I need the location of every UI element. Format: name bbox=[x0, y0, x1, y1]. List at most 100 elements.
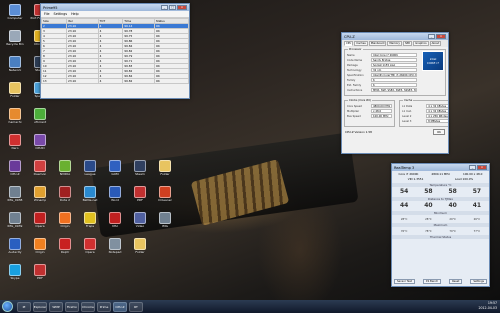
desktop-icon[interactable]: Notepad bbox=[103, 238, 127, 255]
desktop-icon[interactable]: Origin bbox=[28, 238, 52, 255]
app-icon bbox=[84, 238, 96, 250]
core-temp-value: 54 bbox=[399, 188, 409, 195]
xs-bench-button[interactable]: XS Bench bbox=[422, 279, 442, 284]
desktop-icon[interactable]: Winamp bbox=[28, 186, 52, 203]
reset-button[interactable]: Reset bbox=[449, 279, 463, 284]
start-button[interactable] bbox=[2, 301, 13, 312]
cpuz-ok-button[interactable]: OK bbox=[432, 129, 445, 135]
sensor-test-button[interactable]: Sensor Test bbox=[394, 279, 415, 284]
desktop-icon[interactable]: IMG bbox=[153, 212, 177, 229]
desktop-icon[interactable]: CPUID bbox=[28, 134, 52, 151]
desktop-icon[interactable]: MSI bbox=[103, 212, 127, 229]
close-button[interactable]: × bbox=[436, 34, 446, 39]
system-clock[interactable]: 19:57 2012-04-03 bbox=[478, 301, 497, 311]
tab-about[interactable]: About bbox=[429, 41, 442, 46]
close-button[interactable]: × bbox=[177, 5, 187, 10]
desktop-icon-label: IMG bbox=[162, 225, 168, 228]
tab-memory[interactable]: Memory bbox=[387, 41, 402, 46]
desktop-icon[interactable]: GOM bbox=[103, 160, 127, 177]
field-label: Code Name bbox=[347, 58, 363, 62]
temperature-label: Temperature °C bbox=[392, 183, 489, 187]
clocks-group-label: Clocks (Core #0) bbox=[348, 99, 372, 102]
tab-spd[interactable]: SPD bbox=[402, 41, 413, 46]
tab-caches[interactable]: Caches bbox=[354, 41, 368, 46]
taskbar-app-wmp[interactable]: WMP bbox=[49, 301, 63, 312]
desktop-icon[interactable]: Folder bbox=[3, 82, 27, 99]
taskbar-app-prime[interactable]: Prime bbox=[97, 301, 111, 312]
desktop-icon[interactable]: Skype bbox=[3, 264, 27, 281]
table-row[interactable]: 13 23.16 4 99.82 OK bbox=[41, 78, 189, 84]
field-row: Code Name Sandy Bridge bbox=[347, 58, 417, 62]
cpu-frequency: 4800.11 MHz bbox=[431, 172, 450, 176]
desktop-icon[interactable]: Video bbox=[128, 212, 152, 229]
desktop-icon[interactable]: CCleaner bbox=[153, 186, 177, 203]
taskbar-app-chrome[interactable]: Chrome bbox=[81, 301, 95, 312]
menu-settings[interactable]: Settings bbox=[54, 12, 68, 16]
desktop-icon[interactable]: Dota 2 bbox=[53, 186, 77, 203]
desktop-icon[interactable]: NVIDIA bbox=[53, 160, 77, 177]
desktop-icon[interactable]: Network bbox=[3, 56, 27, 73]
desktop-icon[interactable]: IMG_0939 bbox=[3, 212, 27, 229]
tab-graphics[interactable]: Graphics bbox=[413, 41, 429, 46]
desktop-icon[interactable]: Computer bbox=[3, 4, 27, 21]
maximize-button[interactable]: □ bbox=[169, 5, 176, 10]
desktop-icon[interactable]: Word bbox=[103, 186, 127, 203]
field-row: Ext. Family 6 bbox=[347, 83, 417, 87]
desktop-icon-label: Folder bbox=[160, 173, 170, 176]
desktop-icon[interactable]: PDF bbox=[28, 264, 52, 281]
desktop-icon[interactable]: Folder bbox=[128, 238, 152, 255]
close-button[interactable]: × bbox=[477, 165, 487, 170]
desktop-icon[interactable]: Fraps bbox=[78, 212, 102, 229]
desktop-icon[interactable]: IMG_0938 bbox=[3, 186, 27, 203]
realtemp-titlebar[interactable]: RealTemp 3 _ × bbox=[392, 164, 489, 171]
desktop-icon[interactable]: PDF bbox=[128, 186, 152, 203]
desktop-icon[interactable]: Opera bbox=[28, 212, 52, 229]
taskbar-app-rt[interactable]: RT bbox=[129, 301, 143, 312]
taskbar-app-explorer[interactable]: Explorer bbox=[33, 301, 47, 312]
desktop-icon-label: Origin bbox=[60, 225, 70, 228]
field-value: 4 x 32 KBytes bbox=[426, 109, 448, 113]
desktop-icon[interactable]: Battle.net bbox=[78, 186, 102, 203]
desktop-icon[interactable]: CPU-Z bbox=[3, 160, 27, 177]
app-icon bbox=[9, 4, 21, 16]
minimize-button[interactable]: _ bbox=[428, 34, 435, 39]
prime95-titlebar[interactable]: Prime95 _ □ × bbox=[41, 4, 189, 11]
tab-cpu[interactable]: CPU bbox=[344, 41, 354, 46]
cpuz-titlebar[interactable]: CPU-Z _ × bbox=[342, 33, 448, 40]
desktop-icon[interactable]: uTorrent bbox=[28, 108, 52, 125]
desktop-icon[interactable]: hamachi bbox=[3, 108, 27, 125]
desktop-icon-label: Folder bbox=[135, 251, 145, 254]
app-icon bbox=[159, 186, 171, 198]
minimize-button[interactable]: _ bbox=[161, 5, 168, 10]
desktop-icon[interactable]: Steam bbox=[128, 160, 152, 177]
app-icon bbox=[9, 82, 21, 94]
field-value: MMX, SSE, SSE2, SSE3, SSSE3, SSE4.1, SSE… bbox=[371, 88, 417, 92]
taskbar-app-cpuz[interactable]: CPU-Z bbox=[113, 301, 127, 312]
desktop-icon[interactable]: Recycle Bin bbox=[3, 30, 27, 47]
menu-file[interactable]: File bbox=[44, 12, 50, 16]
taskbar-app-firefox[interactable]: Firefox bbox=[65, 301, 79, 312]
desktop-icon[interactable]: Opera bbox=[78, 238, 102, 255]
desktop-icon[interactable]: Folder bbox=[153, 160, 177, 177]
desktop-icon[interactable]: Daemon bbox=[28, 160, 52, 177]
taskbar-app-ie[interactable]: IE bbox=[17, 301, 31, 312]
app-icon bbox=[134, 186, 146, 198]
core-temp-cell: 58 bbox=[418, 188, 438, 195]
tab-mainboard[interactable]: Mainboard bbox=[368, 41, 387, 46]
taskbar: IE Explorer WMP Firefox Chrome Prime CPU-Z RT 1… bbox=[0, 300, 500, 313]
desktop-icon[interactable]: Origin bbox=[53, 212, 77, 229]
table-cell: 23.16 bbox=[66, 78, 99, 84]
desktop-icon[interactable]: Nero bbox=[3, 134, 27, 151]
settings-button[interactable]: Settings bbox=[470, 279, 487, 284]
min-temp-value: 28°C bbox=[425, 218, 432, 221]
app-icon bbox=[59, 212, 71, 224]
desktop-icon-label: Fraps bbox=[85, 225, 95, 228]
desktop-icon-label: Folder bbox=[10, 95, 20, 98]
field-row: Instructions MMX, SSE, SSE2, SSE3, SSSE3,… bbox=[347, 88, 417, 92]
minimize-button[interactable]: _ bbox=[469, 165, 476, 170]
desktop-icon[interactable]: Raptr bbox=[53, 238, 77, 255]
distance-tjmax-cell: 44 bbox=[394, 202, 414, 209]
menu-help[interactable]: Help bbox=[71, 12, 79, 16]
desktop-icon[interactable]: Audacity bbox=[3, 238, 27, 255]
desktop-icon[interactable]: League bbox=[78, 160, 102, 177]
